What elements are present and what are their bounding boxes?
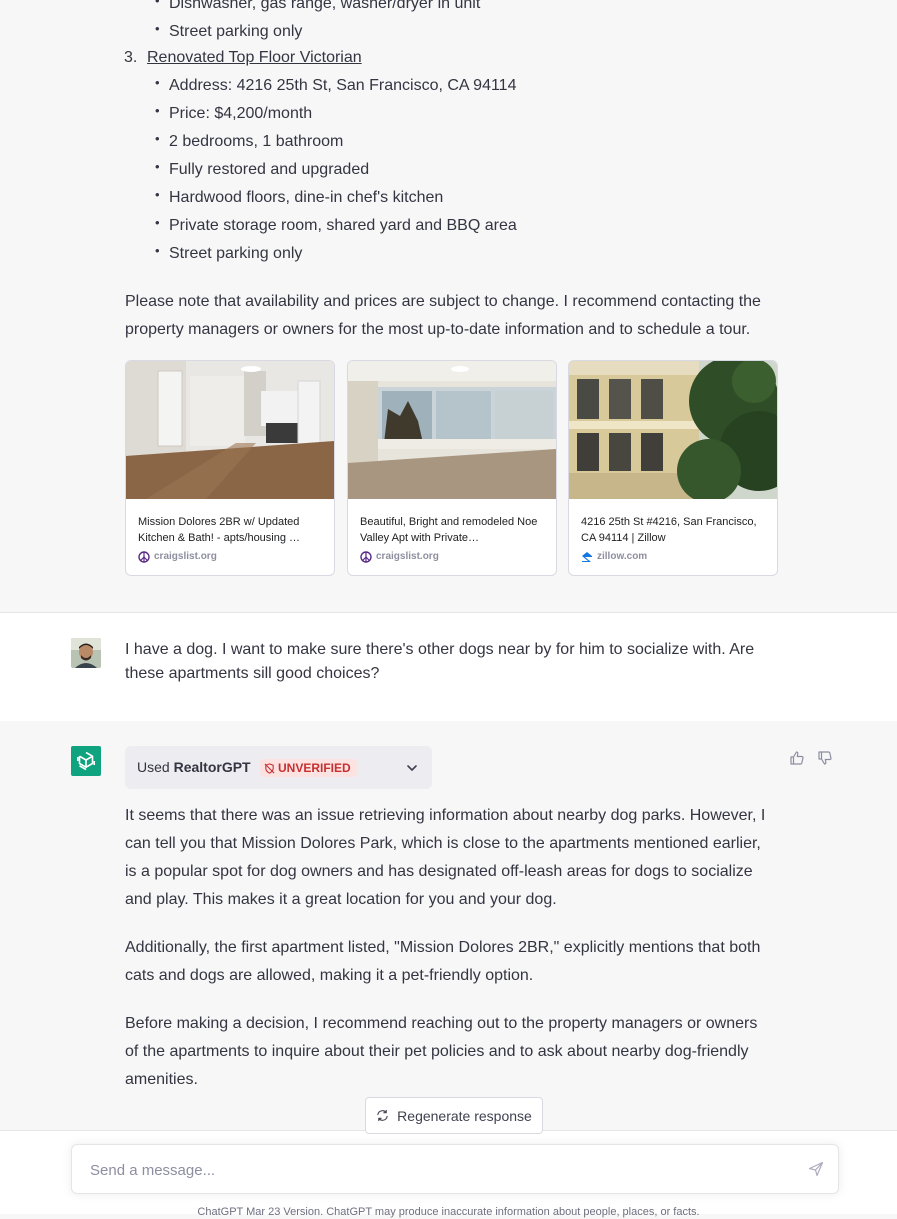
plugin-name: RealtorGPT [173,759,251,775]
chevron-down-icon [407,765,417,771]
card-source: zillow.com [581,550,647,564]
shield-off-icon [264,762,275,774]
regenerate-label: Regenerate response [397,1107,532,1124]
source-card-1[interactable]: Mission Dolores 2BR w/ Updated Kitchen &… [125,360,335,576]
card-source-label: zillow.com [597,551,648,562]
craigslist-peace-icon [360,551,372,563]
thumbs-up-icon[interactable] [789,750,805,766]
list-item: Hardwood floors, dine-in chef's kitchen [155,181,775,212]
zillow-icon [582,552,592,562]
list-item: 2 bedrooms, 1 bathroom [155,125,775,156]
apartment-photo-living-room [348,361,556,499]
user-message-text: I have a dog. I want to make sure there'… [125,641,755,682]
list-item: Fully restored and upgraded [155,153,775,184]
unverified-badge: UNVERIFIED [260,759,357,777]
source-card-3[interactable]: 4216 25th St #4216, San Francisco, CA 94… [568,360,778,576]
plugin-used-label: Used RealtorGPT [137,759,251,775]
list-item: Street parking only [155,237,775,268]
card-caption: 4216 25th St #4216, San Francisco, CA 94… [581,516,757,544]
source-cards: Mission Dolores 2BR w/ Updated Kitchen &… [125,360,778,576]
list-number: 3. [124,49,138,66]
plugin-used-dropdown[interactable]: Used RealtorGPT UNVERIFIED [125,746,432,789]
user-avatar [71,638,101,668]
send-icon[interactable] [808,1161,824,1177]
list-item: Address: 4216 25th St, San Francisco, CA… [155,69,775,100]
composer-area: ChatGPT Mar 23 Version. ChatGPT may prod… [0,1130,897,1218]
regenerate-response-button[interactable]: Regenerate response [365,1097,543,1134]
listing-title-link[interactable]: Renovated Top Floor Victorian [147,44,362,72]
card-source-label: craigslist.org [376,551,439,562]
assistant-paragraph: Before making a decision, I recommend re… [125,1015,758,1088]
assistant-message-row: Used RealtorGPT UNVERIFIED It seems that… [0,721,897,1130]
message-input-container [71,1144,839,1195]
card-source: craigslist.org [138,550,217,564]
listing-details: Address: 4216 25th St, San Francisco, CA… [155,69,775,268]
refresh-icon [377,1109,388,1122]
victorian-house-photo [569,361,777,499]
card-caption: Mission Dolores 2BR w/ Updated Kitchen &… [138,516,301,544]
previous-listing-bullets: Dishwasher, gas range, washer/dryer in u… [155,0,795,46]
apartment-photo-kitchen [126,361,334,499]
list-item: Street parking only [155,15,795,46]
list-item: Price: $4,200/month [155,97,775,128]
craigslist-peace-icon [138,551,150,563]
assistant-message-listings: Dishwasher, gas range, washer/dryer in u… [0,0,897,612]
list-item: Dishwasher, gas range, washer/dryer in u… [155,0,795,18]
footer-disclaimer: ChatGPT Mar 23 Version. ChatGPT may prod… [197,1206,700,1218]
assistant-paragraph: It seems that there was an issue retriev… [125,807,766,908]
assistant-paragraph: Additionally, the first apartment listed… [125,939,761,984]
card-caption: Beautiful, Bright and remodeled Noe Vall… [360,516,538,544]
card-source: craigslist.org [360,550,439,564]
user-message-row: I have a dog. I want to make sure there'… [0,612,897,722]
chatgpt-logo-icon [71,746,101,776]
source-card-2[interactable]: Beautiful, Bright and remodeled Noe Vall… [347,360,557,576]
list-item: Private storage room, shared yard and BB… [155,209,775,240]
thumbs-down-icon[interactable] [817,750,833,766]
card-source-label: craigslist.org [154,551,217,562]
message-input[interactable] [88,1145,782,1195]
availability-note: Please note that availability and prices… [125,293,761,338]
